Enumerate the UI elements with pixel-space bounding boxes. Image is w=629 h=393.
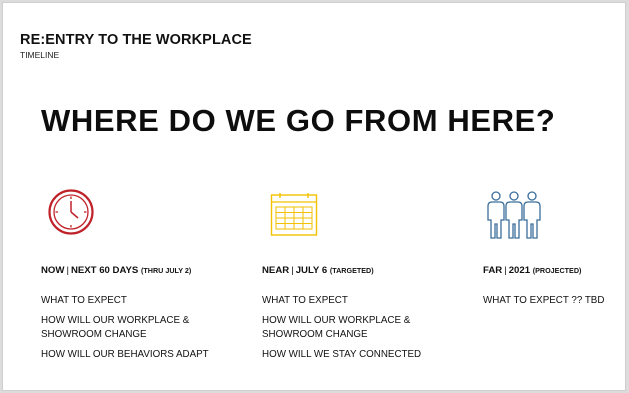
- phase-separator: |: [504, 265, 507, 276]
- phase-range: 2021: [508, 265, 531, 276]
- phase-note: (TARGETED): [329, 266, 374, 275]
- phase-separator: |: [66, 265, 69, 276]
- timeline-phase-label: NOW | NEXT 60 DAYS (THRU JULY 2): [41, 265, 191, 276]
- clock-icon: [47, 188, 95, 236]
- slide: RE:ENTRY TO THE WORKPLACE TIMELINE WHERE…: [2, 2, 626, 391]
- slide-header-subtitle: TIMELINE: [20, 50, 60, 60]
- slide-header-title: RE:ENTRY TO THE WORKPLACE: [20, 32, 252, 48]
- list-item: WHAT TO EXPECT ?? TBD: [483, 295, 605, 306]
- phase-name: FAR: [483, 265, 503, 276]
- phase-note: (THRU JULY 2): [141, 266, 192, 275]
- timeline-topic-list: WHAT TO EXPECT ?? TBD: [483, 294, 623, 314]
- slide-headline: WHERE DO WE GO FROM HERE?: [41, 103, 556, 138]
- calendar-icon: [270, 193, 318, 237]
- timeline-phase-label: FAR | 2021 (PROJECTED): [483, 265, 581, 276]
- people-icon: [485, 190, 543, 240]
- list-item: HOW WILL WE STAY CONNECTED: [262, 349, 422, 360]
- phase-range: JULY 6: [295, 265, 328, 276]
- timeline-phase-label: NEAR | JULY 6 (TARGETED): [262, 265, 374, 276]
- phase-name: NEAR: [262, 265, 290, 276]
- phase-range: NEXT 60 DAYS: [70, 265, 139, 276]
- list-item: WHAT TO EXPECT: [262, 295, 348, 306]
- timeline-topic-list: WHAT TO EXPECT HOW WILL OUR WORKPLACE & …: [262, 294, 457, 368]
- timeline-topic-list: WHAT TO EXPECT HOW WILL OUR WORKPLACE & …: [41, 294, 246, 368]
- list-item: HOW WILL OUR BEHAVIORS ADAPT: [41, 349, 209, 360]
- list-item: WHAT TO EXPECT: [41, 295, 127, 306]
- list-item: HOW WILL OUR WORKPLACE & SHOWROOM CHANGE: [41, 315, 190, 340]
- phase-separator: |: [291, 265, 294, 276]
- phase-name: NOW: [41, 265, 65, 276]
- phase-note: (PROJECTED): [532, 266, 582, 275]
- list-item: HOW WILL OUR WORKPLACE & SHOWROOM CHANGE: [262, 315, 411, 340]
